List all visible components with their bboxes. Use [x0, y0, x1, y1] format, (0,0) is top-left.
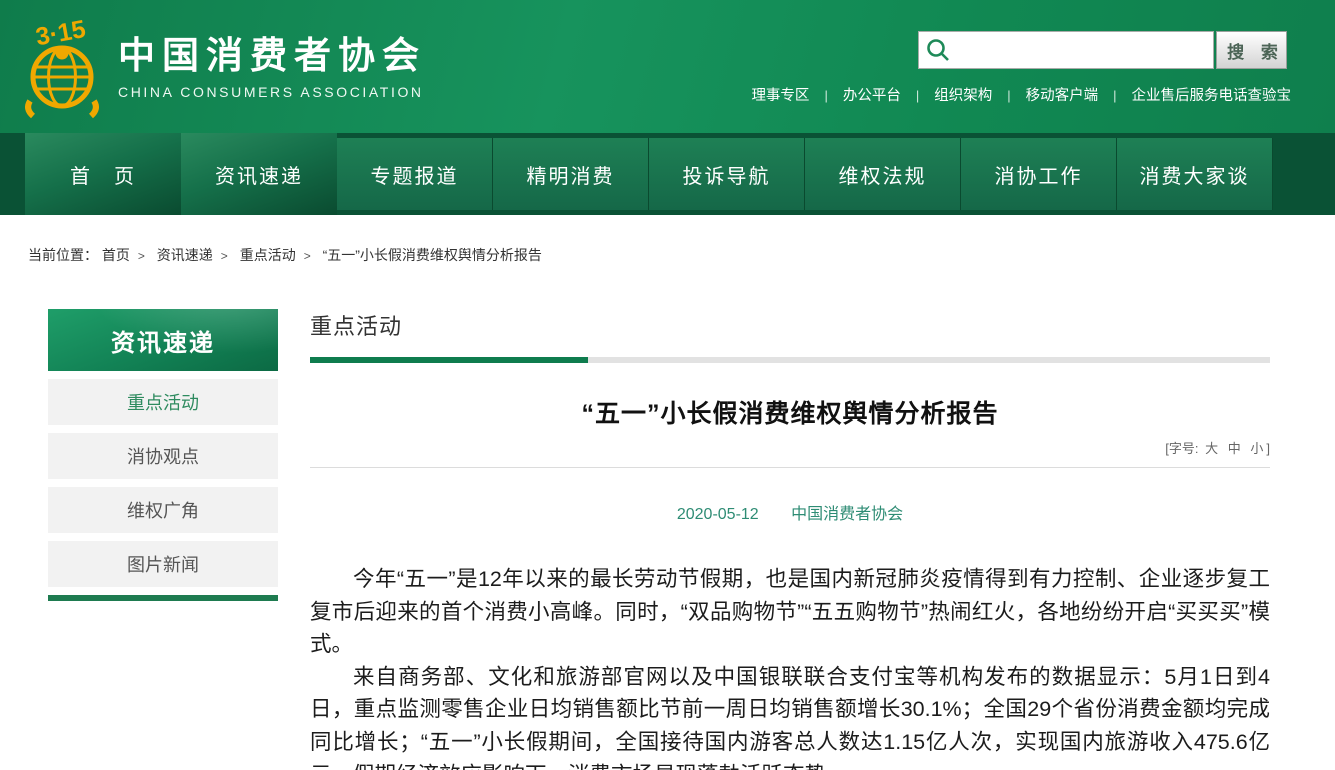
font-size-large-button[interactable]: 大	[1205, 441, 1218, 456]
breadcrumb-separator: >	[138, 249, 145, 263]
font-size-prefix: [字号:	[1165, 441, 1198, 456]
nav-item-complaint-guide[interactable]: 投诉导航	[649, 138, 805, 210]
breadcrumb-key-activities[interactable]: 重点活动	[240, 247, 296, 263]
site-title-cn: 中国消费者协会	[118, 36, 426, 77]
title-divider	[310, 467, 1270, 468]
divider: |	[916, 88, 919, 103]
section-title: 重点活动	[310, 309, 1270, 341]
font-size-small-button[interactable]: 小	[1250, 441, 1263, 456]
search-bar: 搜 索	[918, 31, 1287, 69]
nav-item-news-express[interactable]: 资讯速递	[181, 133, 337, 215]
article-date: 2020-05-12	[677, 506, 759, 523]
divider: |	[1113, 88, 1116, 103]
sidebar-item-association-views[interactable]: 消协观点	[48, 433, 278, 479]
search-icon	[925, 37, 951, 68]
font-size-suffix: ]	[1266, 441, 1270, 456]
article-panel: 重点活动 “五一”小长假消费维权舆情分析报告 [字号: 大 中 小] 2020-…	[310, 309, 1270, 770]
divider: |	[1007, 88, 1010, 103]
search-button[interactable]: 搜 索	[1216, 31, 1287, 69]
site-title-en: CHINA CONSUMERS ASSOCIATION	[118, 84, 426, 100]
sidebar-bottom-bar	[48, 595, 278, 601]
site-brand: 中国消费者协会 CHINA CONSUMERS ASSOCIATION	[118, 36, 426, 100]
search-input[interactable]	[918, 31, 1214, 69]
article-title: “五一”小长假消费维权舆情分析报告	[310, 394, 1270, 430]
content-area: 资讯速递 重点活动 消协观点 维权广角 图片新闻 重点活动 “五一”小长假消费维…	[0, 309, 1335, 770]
nav-item-smart-consumption[interactable]: 精明消费	[493, 138, 649, 210]
nav-item-association-work[interactable]: 消协工作	[961, 138, 1117, 210]
cca-315-logo-icon[interactable]: 3·15	[16, 13, 108, 119]
sidebar-item-rights-wide-angle[interactable]: 维权广角	[48, 487, 278, 533]
article-meta: 2020-05-12 中国消费者协会	[310, 500, 1270, 524]
sidebar-title: 资讯速递	[48, 309, 278, 371]
article-paragraph: 今年“五一”是12年以来的最长劳动节假期，也是国内新冠肺炎疫情得到有力控制、企业…	[310, 563, 1270, 661]
nav-item-home[interactable]: 首 页	[25, 133, 181, 215]
quick-link-mobile-client[interactable]: 移动客户端	[1026, 88, 1099, 104]
nav-item-rights-laws[interactable]: 维权法规	[805, 138, 961, 210]
breadcrumb-prefix: 当前位置：	[28, 247, 98, 263]
font-size-medium-button[interactable]: 中	[1228, 441, 1241, 456]
breadcrumb-separator: >	[304, 249, 311, 263]
main-nav: 首 页 资讯速递 专题报道 精明消费 投诉导航 维权法规 消协工作 消费大家谈	[0, 133, 1335, 215]
quick-link-structure[interactable]: 组织架构	[934, 88, 992, 104]
divider: |	[824, 88, 827, 103]
breadcrumb-home[interactable]: 首页	[102, 247, 130, 263]
header-quick-links: 理事专区 | 办公平台 | 组织架构 | 移动客户端 | 企业售后服务电话查验宝	[751, 84, 1291, 105]
nav-item-special-report[interactable]: 专题报道	[337, 138, 493, 210]
font-size-controls: [字号: 大 中 小]	[310, 438, 1270, 457]
breadcrumb-news-express[interactable]: 资讯速递	[157, 247, 213, 263]
nav-item-consumer-talk[interactable]: 消费大家谈	[1117, 138, 1273, 210]
site-header: 3·15 中国消费者协会 CHINA CONSUMERS ASSOCIATION…	[0, 0, 1335, 133]
article-source: 中国消费者协会	[791, 506, 903, 523]
sidebar-item-key-activities[interactable]: 重点活动	[48, 379, 278, 425]
breadcrumb: 当前位置： 首页 > 资讯速递 > 重点活动 > “五一”小长假消费维权舆情分析报告	[28, 245, 1335, 265]
section-underline	[310, 357, 1270, 363]
sidebar-item-photo-news[interactable]: 图片新闻	[48, 541, 278, 587]
article-paragraph: 来自商务部、文化和旅游部官网以及中国银联联合支付宝等机构发布的数据显示：5月1日…	[310, 661, 1270, 770]
breadcrumb-separator: >	[221, 249, 228, 263]
breadcrumb-current-article: “五一”小长假消费维权舆情分析报告	[323, 247, 542, 263]
quick-link-aftersale-check[interactable]: 企业售后服务电话查验宝	[1132, 88, 1292, 104]
article-body: 今年“五一”是12年以来的最长劳动节假期，也是国内新冠肺炎疫情得到有力控制、企业…	[310, 563, 1270, 770]
quick-link-office[interactable]: 办公平台	[843, 88, 901, 104]
sidebar-news-express: 资讯速递 重点活动 消协观点 维权广角 图片新闻	[48, 309, 278, 770]
quick-link-directors[interactable]: 理事专区	[751, 88, 809, 104]
